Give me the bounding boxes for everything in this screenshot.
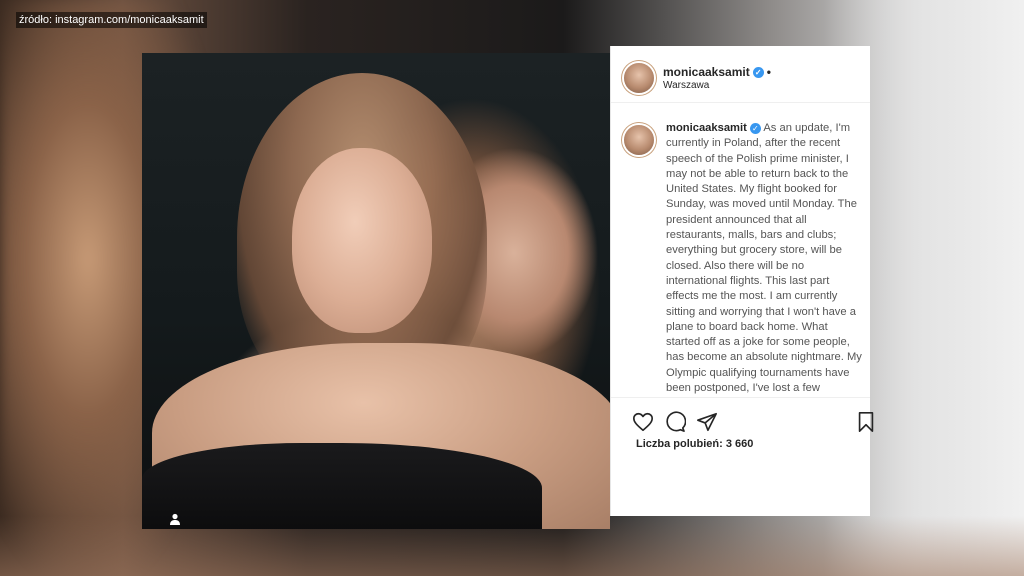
post-photo[interactable] (142, 53, 610, 529)
comment-icon[interactable] (664, 411, 687, 433)
post-caption: monicaaksamit ✓ As an update, I'm current… (666, 121, 863, 397)
post-header: monicaaksamit ✓ • Warszawa (611, 46, 870, 103)
bookmark-icon[interactable] (855, 411, 877, 433)
avatar[interactable] (624, 63, 654, 93)
verified-badge-icon: ✓ (749, 122, 761, 134)
verified-badge-icon: ✓ (752, 67, 764, 79)
source-caption: źródło: instagram.com/monicaaksamit (16, 12, 207, 28)
post-location[interactable]: Warszawa (663, 80, 709, 91)
post-panel: monicaaksamit ✓ • Warszawa monicaaksamit ✓ … (610, 46, 874, 517)
user-tag-icon[interactable] (168, 512, 182, 526)
share-icon[interactable] (696, 411, 718, 433)
post-author[interactable]: monicaaksamit ✓ • (663, 65, 771, 79)
post-actions: Liczba polubień: 3 660 (611, 397, 874, 517)
caption-username[interactable]: monicaaksamit (666, 122, 747, 134)
photo-face (292, 148, 432, 333)
heart-icon[interactable] (632, 411, 654, 433)
comments-scroll-area[interactable]: monicaaksamit ✓ As an update, I'm current… (611, 103, 870, 397)
more-dot[interactable]: • (767, 65, 771, 79)
photo-dress (142, 443, 542, 529)
likes-count[interactable]: Liczba polubień: 3 660 (636, 438, 753, 450)
author-username[interactable]: monicaaksamit (663, 65, 750, 79)
caption-avatar[interactable] (624, 125, 654, 155)
caption-text: As an update, I'm currently in Poland, a… (666, 122, 862, 395)
